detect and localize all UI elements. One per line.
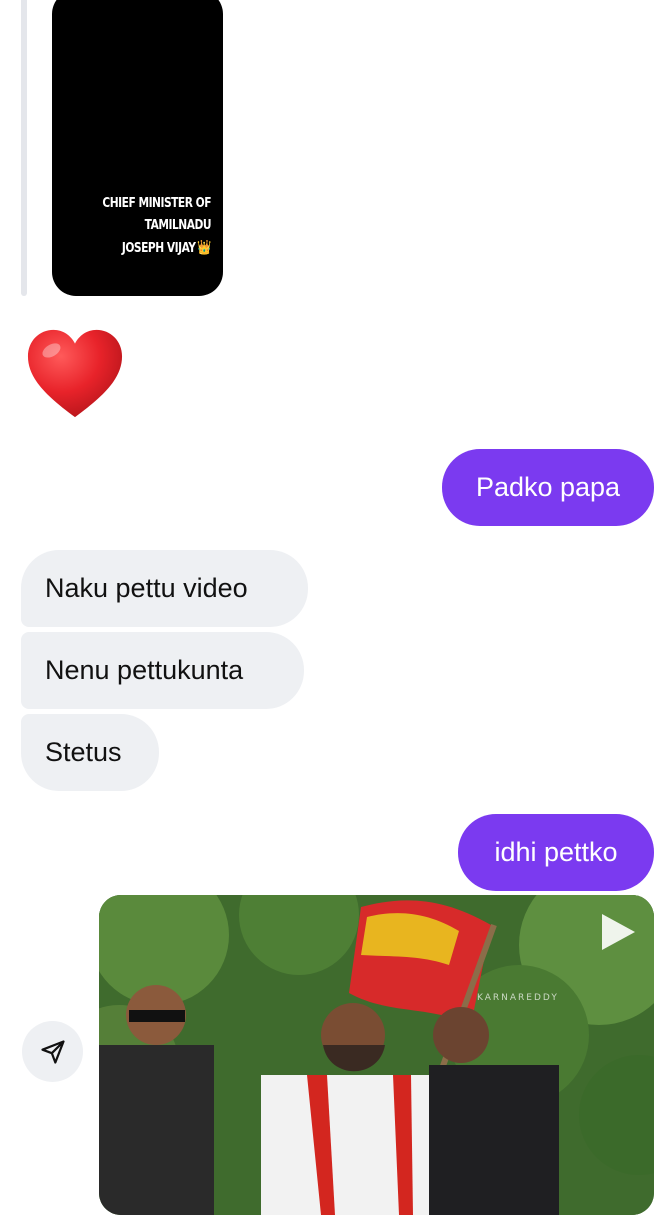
message-incoming-3[interactable]: Stetus <box>21 714 159 791</box>
crown-emoji: 👑 <box>197 240 211 256</box>
message-incoming-2[interactable]: Nenu pettukunta <box>21 632 304 709</box>
share-button[interactable] <box>22 1021 83 1082</box>
play-icon[interactable] <box>598 911 638 953</box>
message-incoming-1[interactable]: Naku pettu video <box>21 550 308 627</box>
heart-emoji[interactable] <box>26 326 124 422</box>
message-text: idhi pettko <box>494 837 618 867</box>
story-caption-line-1: CHIEF MINISTER OF <box>102 196 211 211</box>
story-caption-line-2: TAMILNADU <box>144 218 212 233</box>
shared-story-thumbnail[interactable]: CHIEF MINISTER OF TAMILNADU JOSEPH VIJAY… <box>52 0 223 296</box>
message-text: Nenu pettukunta <box>45 655 244 685</box>
message-outgoing-1[interactable]: Padko papa <box>442 449 654 526</box>
send-icon <box>40 1039 65 1064</box>
message-text: Naku pettu video <box>45 573 248 603</box>
video-thumbnail <box>99 895 654 1215</box>
story-caption-line-3: JOSEPH VIJAY <box>121 241 196 256</box>
story-caption: CHIEF MINISTER OF TAMILNADU JOSEPH VIJAY… <box>88 193 211 260</box>
shared-video-message[interactable]: KARNAREDDY <box>99 895 654 1215</box>
reply-thread-line <box>21 0 27 296</box>
message-text: Padko papa <box>475 472 621 502</box>
video-watermark: KARNAREDDY <box>477 993 559 1003</box>
message-outgoing-2[interactable]: idhi pettko <box>458 814 654 891</box>
message-text: Stetus <box>45 737 122 767</box>
